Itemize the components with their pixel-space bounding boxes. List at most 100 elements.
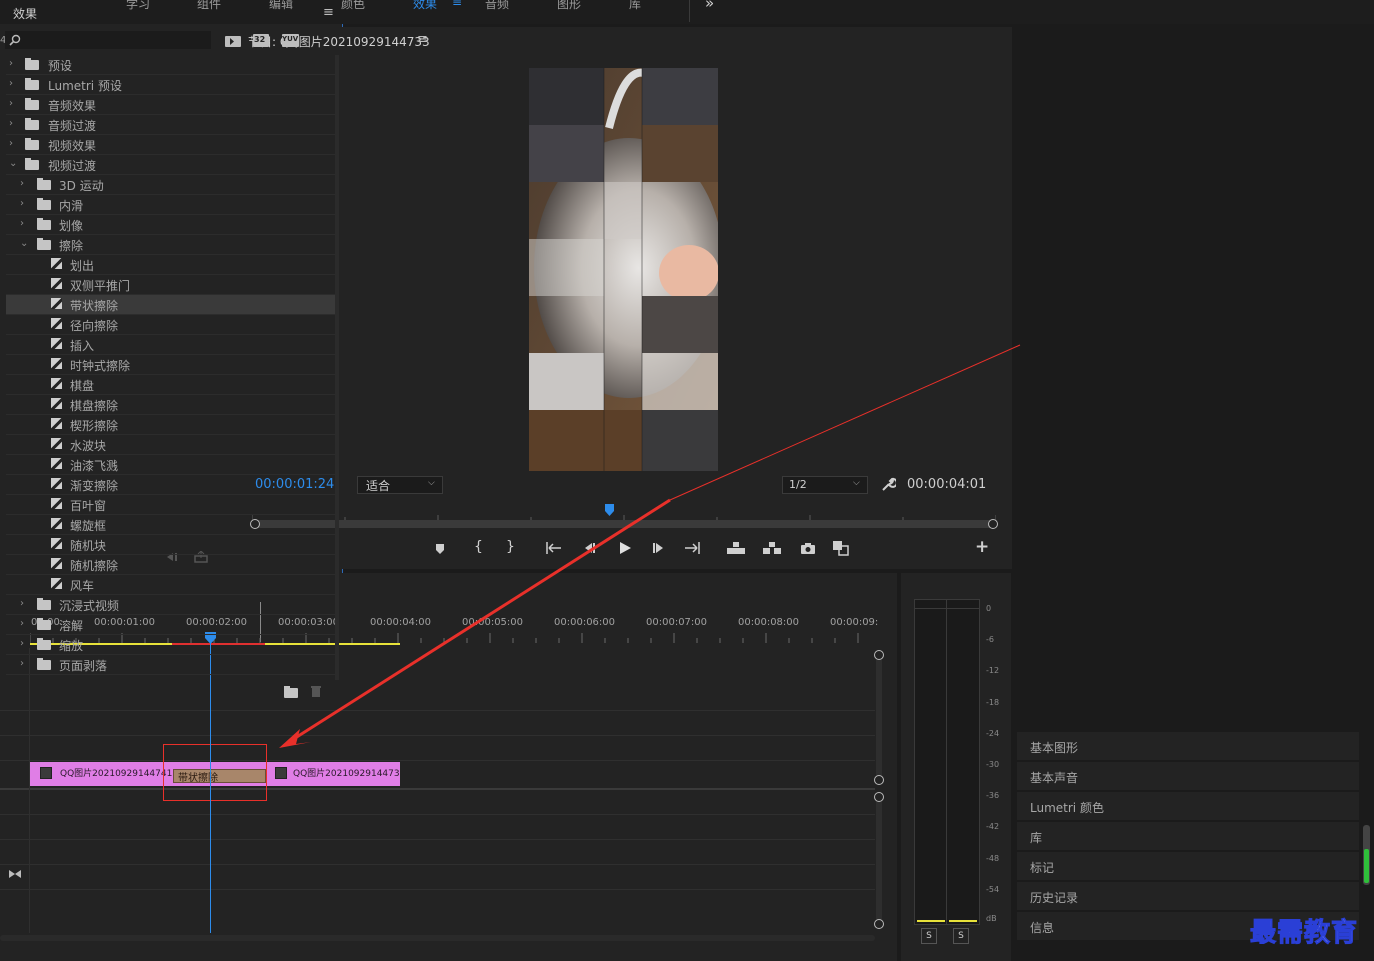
right-dock-scrollbar[interactable]: [1363, 825, 1370, 885]
play-icon[interactable]: [618, 541, 632, 555]
step-back-icon[interactable]: [582, 542, 596, 554]
transition-item[interactable]: 时钟式擦除: [6, 355, 338, 375]
timeline-horizontal-scrollbar[interactable]: [0, 935, 875, 941]
right-dock-scroll-thumb[interactable]: [1364, 849, 1369, 883]
track-area[interactable]: [0, 648, 875, 958]
tree-item-slide[interactable]: › 内滑: [6, 195, 338, 215]
go-to-out-icon[interactable]: [684, 542, 700, 554]
zoom-level-select[interactable]: 适合 ⌵: [357, 476, 443, 494]
audio-track-scrollbar[interactable]: [876, 795, 882, 925]
transition-item[interactable]: 风车: [6, 575, 338, 595]
tree-item-zoom[interactable]: › 缩放: [6, 635, 338, 655]
workspace-tab-editing[interactable]: 编辑: [269, 0, 293, 12]
workspace-overflow-icon[interactable]: »: [705, 0, 714, 12]
workspace-tab-audio[interactable]: 音频: [485, 0, 509, 12]
transition-item-selected[interactable]: 带状擦除: [6, 295, 338, 315]
video-clip-b[interactable]: QQ图片2021092914473: [265, 762, 400, 786]
panel-essential-sound[interactable]: 基本声音: [1017, 762, 1359, 791]
chevron-right-icon: ›: [20, 638, 24, 649]
scroll-handle[interactable]: [874, 775, 884, 785]
solo-left-button[interactable]: S: [921, 928, 937, 944]
tree-item-audio-effects[interactable]: › 音频效果: [6, 95, 338, 115]
trash-icon[interactable]: [310, 685, 322, 698]
transition-item[interactable]: 百叶窗: [6, 495, 338, 515]
32bit-label: 32: [254, 35, 266, 44]
tree-item-audio-transitions[interactable]: › 音频过渡: [6, 115, 338, 135]
transition-item[interactable]: 划出: [6, 255, 338, 275]
yuv-effects-icon[interactable]: YUV: [282, 34, 299, 47]
comparison-view-icon[interactable]: [832, 540, 850, 556]
solo-right-button[interactable]: S: [953, 928, 969, 944]
workspace-tab-learn[interactable]: 学习: [126, 0, 150, 12]
add-marker-icon[interactable]: [434, 543, 446, 555]
program-zoom-scrollbar[interactable]: [252, 520, 996, 528]
video-clip-a[interactable]: QQ图片20210929144741: [30, 762, 172, 786]
effects-scrollbar[interactable]: [335, 55, 339, 680]
effects-menu-icon[interactable]: ≡: [323, 5, 334, 20]
transition-item[interactable]: 棋盘: [6, 375, 338, 395]
transition-icon: [51, 538, 62, 549]
transition-item[interactable]: 螺旋框: [6, 515, 338, 535]
program-menu-icon[interactable]: ≡: [417, 32, 428, 47]
panel-lumetri-color[interactable]: Lumetri 颜色: [1017, 792, 1359, 821]
workspace-tab-graphics[interactable]: 图形: [557, 0, 581, 12]
extract-icon[interactable]: [762, 541, 782, 555]
32bit-effects-icon[interactable]: 32: [253, 34, 269, 47]
tree-item-video-effects[interactable]: › 视频效果: [6, 135, 338, 155]
scrollbar-right-handle[interactable]: [988, 519, 998, 529]
transition-snap-icon[interactable]: [8, 869, 22, 879]
tree-item-dissolve[interactable]: › 溶解: [6, 615, 338, 635]
workspace-tab-color[interactable]: 颜色: [341, 0, 365, 12]
tree-item-immersive-video[interactable]: › 沉浸式视频: [6, 595, 338, 615]
transition-item[interactable]: 径向擦除: [6, 315, 338, 335]
panel-markers[interactable]: 标记: [1017, 852, 1359, 881]
effects-search-input[interactable]: [5, 31, 211, 49]
program-playhead-icon[interactable]: [603, 503, 619, 517]
mark-in-icon[interactable]: {: [474, 539, 483, 555]
panel-libraries[interactable]: 库: [1017, 822, 1359, 851]
track-divider: [0, 710, 875, 711]
settings-wrench-icon[interactable]: [880, 476, 896, 492]
transition-icon: [51, 458, 62, 469]
transition-item[interactable]: 随机擦除: [6, 555, 338, 575]
transition-item[interactable]: 双侧平推门: [6, 275, 338, 295]
tree-item-iris[interactable]: › 划像: [6, 215, 338, 235]
video-track-scrollbar[interactable]: [876, 650, 882, 780]
tree-item-wipe[interactable]: ⌄ 擦除: [6, 235, 338, 255]
go-to-in-icon[interactable]: [546, 542, 562, 554]
tree-item-3d-motion[interactable]: › 3D 运动: [6, 175, 338, 195]
lift-icon[interactable]: [726, 541, 746, 555]
tree-item-video-transitions[interactable]: ⌄ 视频过渡: [6, 155, 338, 175]
scroll-handle[interactable]: [874, 792, 884, 802]
workspace-menu-icon[interactable]: ≡: [452, 0, 462, 9]
new-custom-bin-icon[interactable]: [284, 686, 298, 698]
transition-item[interactable]: 渐变擦除: [6, 475, 338, 495]
transition-item[interactable]: 楔形擦除: [6, 415, 338, 435]
tree-item-label: 随机块: [70, 539, 107, 553]
transition-item[interactable]: 水波块: [6, 435, 338, 455]
playback-resolution-select[interactable]: 1/2 ⌵: [782, 476, 868, 494]
scroll-handle[interactable]: [874, 650, 884, 660]
accelerated-effects-icon[interactable]: [225, 34, 241, 48]
export-frame-camera-icon[interactable]: [800, 542, 816, 554]
transition-item[interactable]: 油漆飞溅: [6, 455, 338, 475]
chevron-down-icon: ⌄: [9, 158, 18, 169]
folder-icon: [37, 618, 51, 630]
program-mini-ruler[interactable]: [251, 510, 997, 521]
transition-item[interactable]: 插入: [6, 335, 338, 355]
panel-history[interactable]: 历史记录: [1017, 882, 1359, 911]
button-editor-add-icon[interactable]: +: [975, 537, 989, 557]
transition-item[interactable]: 随机块: [6, 535, 338, 555]
workspace-tab-assembly[interactable]: 组件: [197, 0, 221, 12]
tree-item-label: 音频效果: [48, 99, 97, 113]
workspace-tab-libraries[interactable]: 库: [629, 0, 641, 12]
panel-essential-graphics[interactable]: 基本图形: [1017, 732, 1359, 761]
transition-item[interactable]: 棋盘擦除: [6, 395, 338, 415]
scroll-handle[interactable]: [874, 919, 884, 929]
tree-item-page-peel[interactable]: › 页面剥落: [6, 655, 338, 675]
step-forward-icon[interactable]: [652, 542, 666, 554]
tree-item-lumetri-presets[interactable]: › Lumetri 预设: [6, 75, 338, 95]
tree-item-presets[interactable]: › 预设: [6, 55, 338, 75]
workspace-tab-effects[interactable]: 效果: [413, 0, 437, 12]
mark-out-icon[interactable]: }: [506, 539, 515, 555]
